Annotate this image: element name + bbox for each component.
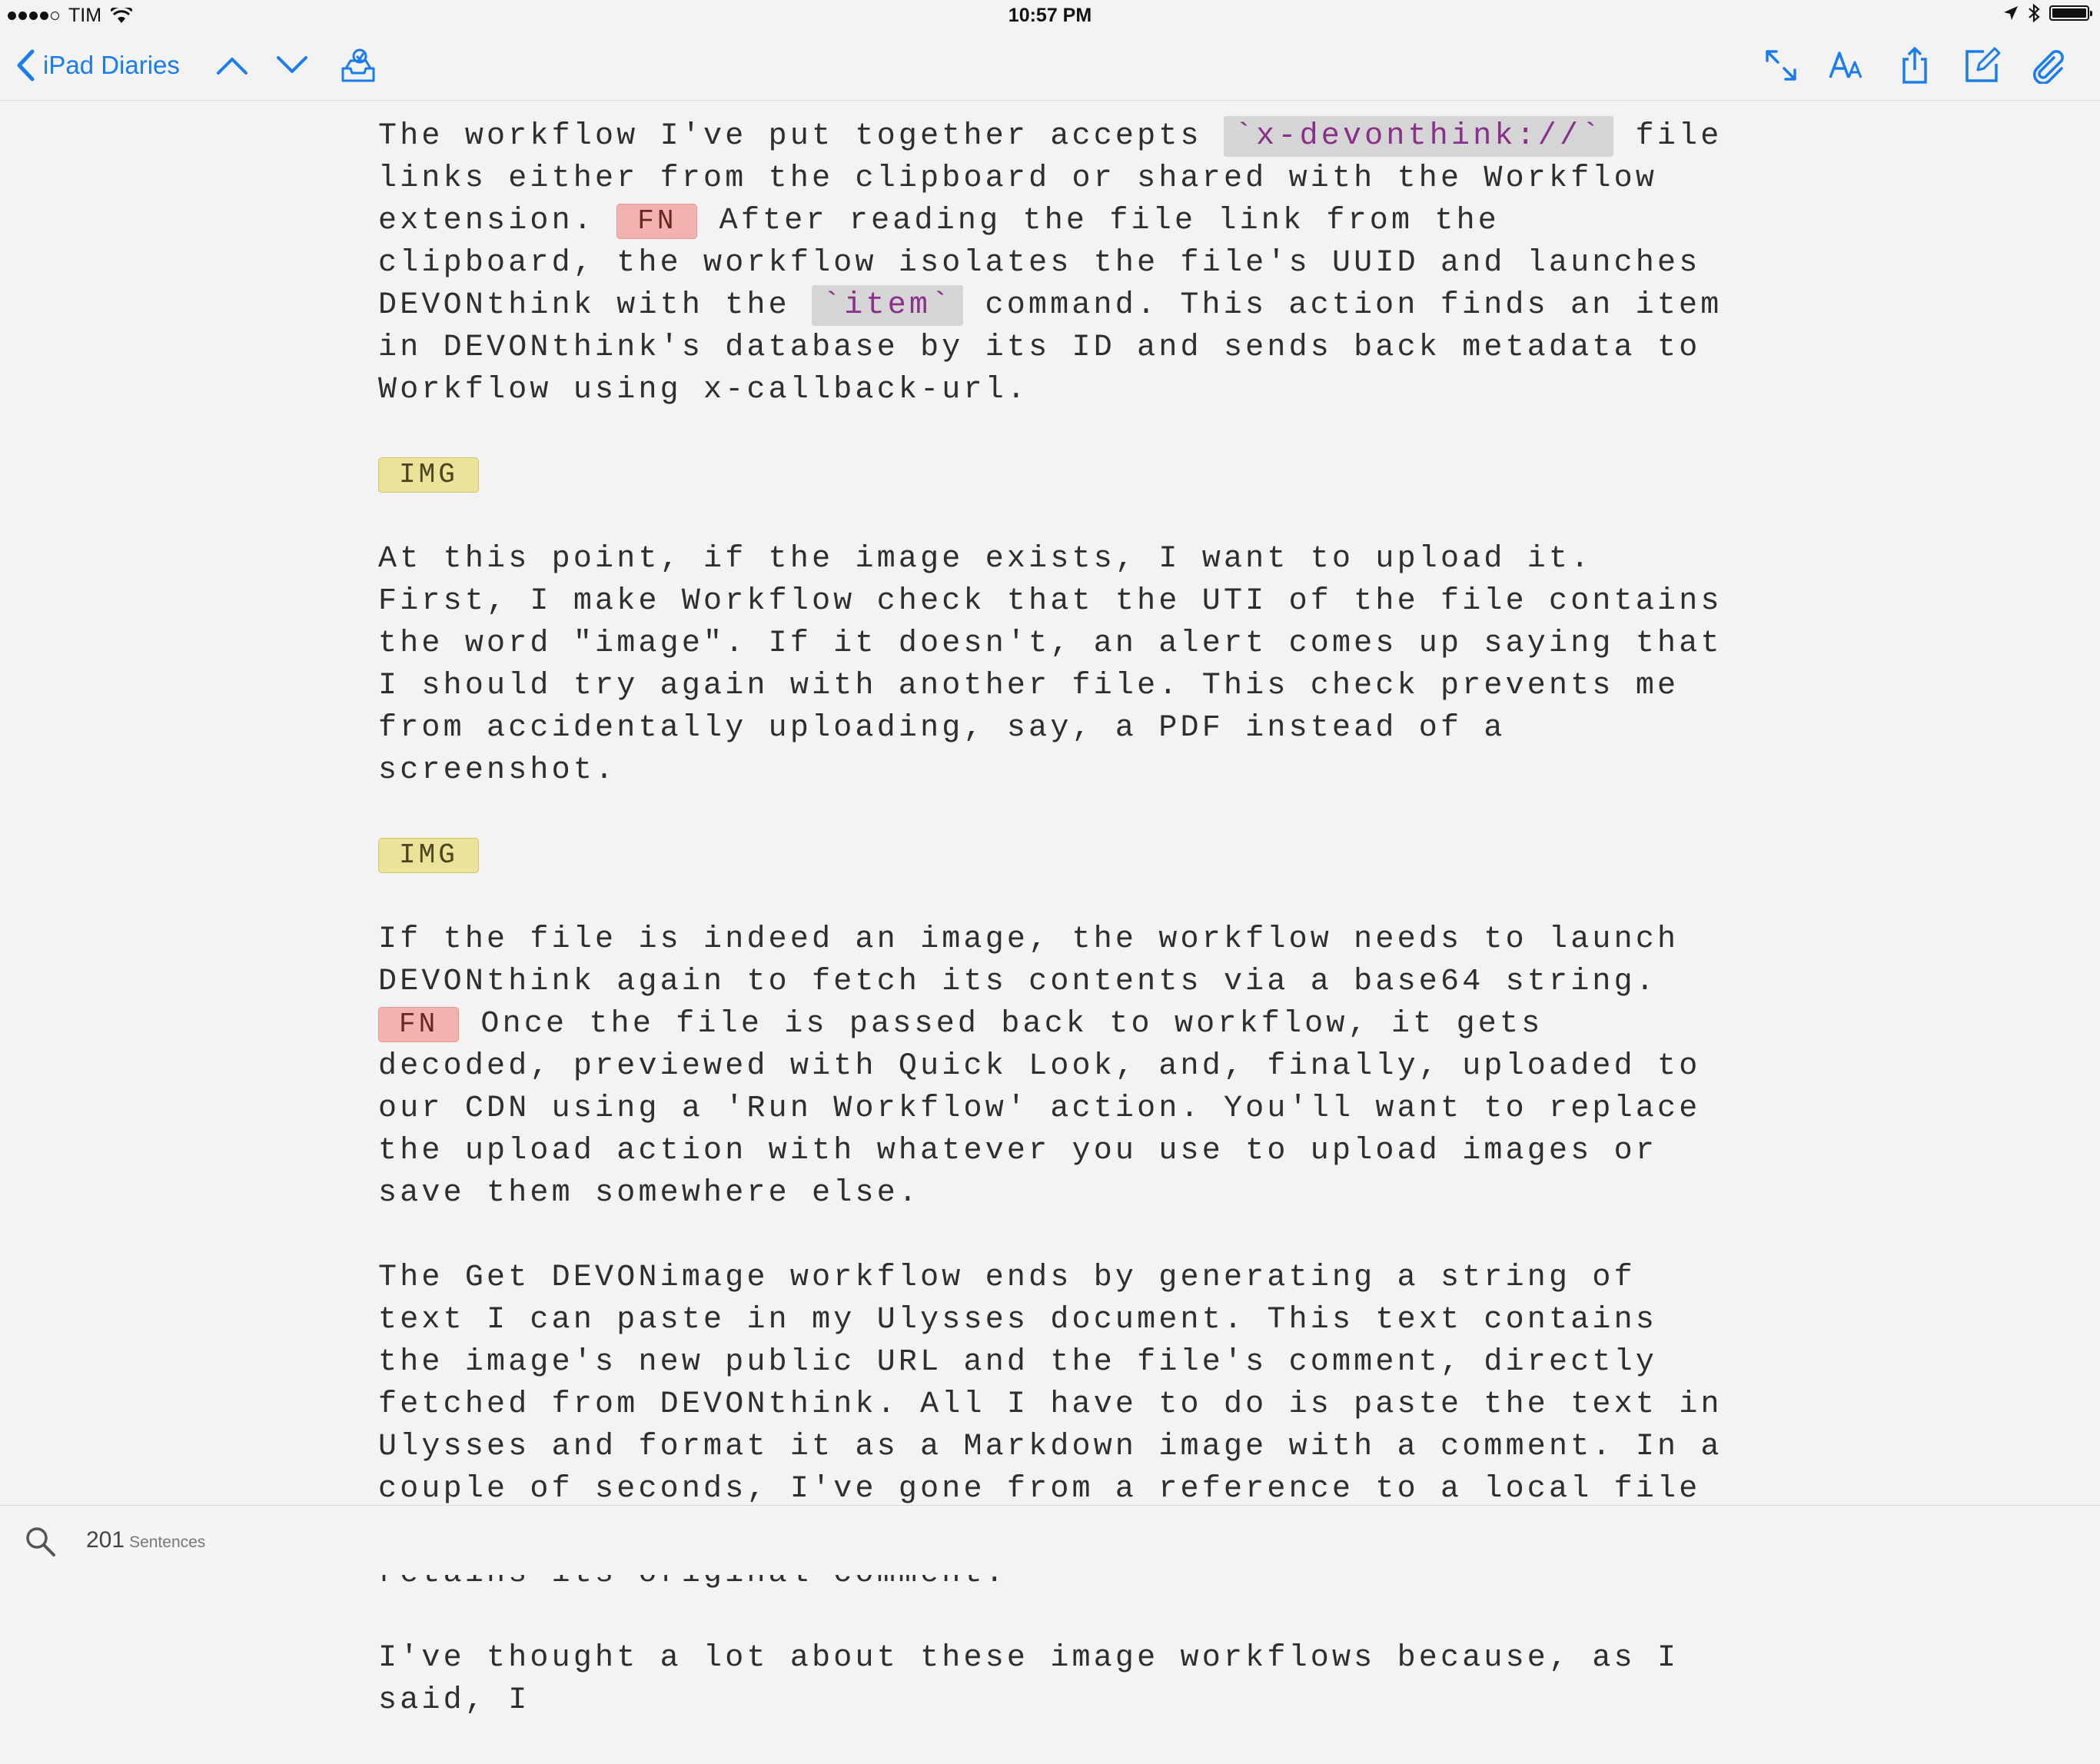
expand-icon	[1766, 50, 1796, 81]
attachments-inbox-button[interactable]	[335, 43, 381, 88]
image-tag[interactable]: IMG	[378, 457, 479, 493]
text-run: Once the file is passed back to workflow…	[378, 1007, 1701, 1211]
inline-code: `item`	[812, 285, 964, 326]
new-sheet-button[interactable]	[1959, 43, 2005, 88]
status-bar: TIM 10:57 PM	[0, 0, 2100, 32]
text-run: If the file is indeed an image, the work…	[378, 922, 1680, 999]
navigation-bar: iPad Diaries	[0, 32, 2100, 101]
paragraph: I've thought a lot about these image wor…	[378, 1641, 1680, 1718]
image-block: IMG	[378, 834, 1731, 876]
chevron-left-icon	[17, 49, 35, 81]
inline-code: `x-devonthink://`	[1223, 116, 1614, 157]
paragraph: If the file is indeed an image, the work…	[378, 919, 1731, 1214]
chevron-down-icon	[277, 56, 307, 73]
attachment-icon	[2032, 50, 2064, 84]
chevron-up-icon	[217, 58, 248, 75]
back-button-label: iPad Diaries	[43, 51, 180, 79]
search-icon[interactable]	[23, 1524, 58, 1560]
next-sheet-button[interactable]	[269, 43, 315, 88]
back-button[interactable]: iPad Diaries	[15, 43, 180, 88]
battery-icon	[2049, 5, 2092, 21]
text-run: The workflow I've put together accepts	[378, 119, 1224, 154]
statistics-counter[interactable]: 201 Sentences	[86, 1527, 205, 1553]
paragraph: The workflow I've put together accepts `…	[378, 115, 1731, 411]
text-style-button[interactable]	[1824, 43, 1870, 88]
fullscreen-button[interactable]	[1758, 43, 1804, 88]
paragraph: At this point, if the image exists, I wa…	[378, 542, 1723, 788]
bluetooth-icon	[2029, 4, 2040, 22]
status-right	[2003, 4, 2092, 22]
image-tag[interactable]: IMG	[378, 838, 479, 873]
previous-sheet-button[interactable]	[209, 43, 255, 88]
inbox-icon	[341, 48, 375, 82]
clock: 10:57 PM	[1008, 5, 1092, 26]
attachments-button[interactable]	[2026, 43, 2072, 88]
footnote-tag[interactable]: FN	[616, 204, 698, 239]
share-icon	[1902, 47, 1927, 84]
footnote-tag[interactable]: FN	[378, 1007, 460, 1042]
font-size-icon	[1829, 51, 1862, 78]
bottom-bar: 201 Sentences	[0, 1505, 2100, 1575]
share-button[interactable]	[1892, 43, 1938, 88]
sentence-count: 201	[86, 1527, 125, 1553]
compose-icon	[1965, 47, 2001, 82]
location-arrow-icon	[2004, 6, 2018, 20]
count-unit: Sentences	[129, 1533, 206, 1551]
image-block: IMG	[378, 453, 1731, 496]
